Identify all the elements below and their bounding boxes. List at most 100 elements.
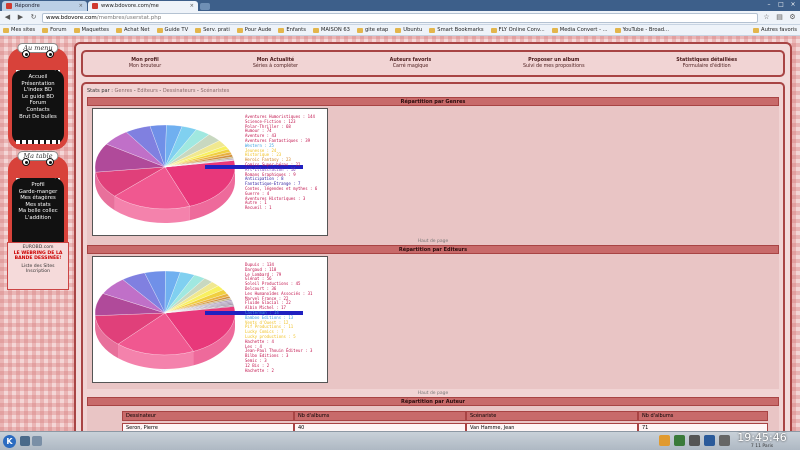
- top-nav-subtitle[interactable]: Carré magique: [390, 64, 432, 70]
- top-nav-subtitle[interactable]: Formulaire d'édition: [676, 64, 737, 70]
- sidebar-menu-item[interactable]: Ma belle collec: [12, 208, 64, 215]
- top-nav-title[interactable]: Statistiques détaillées: [676, 58, 737, 64]
- bookmark-item[interactable]: Maquettes: [73, 27, 109, 33]
- bookmark-item[interactable]: Serv. prati: [195, 27, 230, 33]
- webring-signup-link[interactable]: Inscription: [8, 269, 68, 275]
- network-icon[interactable]: [674, 435, 685, 446]
- sidebar-menu-item[interactable]: Brut De bulles: [12, 114, 64, 121]
- legend-value: 4: [271, 338, 274, 344]
- forward-icon[interactable]: ▶: [16, 13, 25, 22]
- bookmark-item[interactable]: Smart Bookmarks: [429, 27, 484, 33]
- stats-link-scenaristes[interactable]: Scénaristes: [200, 88, 229, 94]
- sidebar-menu-item[interactable]: Profil: [12, 182, 64, 189]
- sidebar-menu-item[interactable]: Mes étagères: [12, 195, 64, 202]
- folder-icon: [551, 27, 558, 33]
- maximize-icon[interactable]: □: [776, 0, 786, 9]
- updates-icon[interactable]: [719, 435, 730, 446]
- favicon-icon: [92, 3, 98, 9]
- page-menu-icon[interactable]: ▤: [775, 13, 784, 22]
- battery-icon[interactable]: [704, 435, 715, 446]
- top-nav-subtitle[interactable]: Suivi de mes propositions: [523, 64, 585, 70]
- bookmark-item[interactable]: Media Convert - ...: [551, 27, 608, 33]
- new-tab-button[interactable]: [200, 3, 210, 10]
- sidebar-menu-item[interactable]: Présentation: [12, 81, 64, 88]
- back-to-top-link[interactable]: Haut de page: [83, 391, 783, 396]
- sidebar-menu-item[interactable]: L'addition: [12, 215, 64, 222]
- folder-icon: [3, 27, 9, 33]
- folder-icon: [395, 27, 402, 33]
- sidebar-menu-item[interactable]: Mes stats: [12, 202, 64, 209]
- sidebar-menu-item[interactable]: L'index BD: [12, 87, 64, 94]
- desktop-icon[interactable]: [20, 436, 30, 446]
- bookmark-item[interactable]: Achat Net: [115, 27, 150, 33]
- wrench-icon[interactable]: ⚙: [788, 13, 797, 22]
- close-window-icon[interactable]: ×: [788, 0, 798, 9]
- top-nav-title[interactable]: Auteurs favoris: [390, 58, 432, 64]
- legend-value: 5: [293, 333, 296, 339]
- bookmark-label: Forum: [50, 27, 67, 33]
- star-icon[interactable]: ☆: [762, 13, 771, 22]
- top-navigation: Mon profil Mon brouteur Mon Actualité Série…: [81, 50, 785, 77]
- other-bookmarks[interactable]: Autres favoris: [753, 27, 797, 33]
- section-header-auteurs: Répartition par Auteur: [87, 397, 779, 406]
- top-nav-title[interactable]: Proposer un album: [523, 58, 585, 64]
- bookmark-item[interactable]: Pour Aude: [236, 27, 271, 33]
- package-icon[interactable]: [659, 435, 670, 446]
- teeth-decoration: [16, 140, 60, 144]
- folder-icon: [42, 27, 49, 33]
- bookmark-item[interactable]: Guide TV: [156, 27, 188, 33]
- navigation-bar: ◀ ▶ ↻ www.bdovore.com/membres/userstat.p…: [0, 11, 800, 25]
- bookmark-item[interactable]: MAISON 63: [312, 27, 350, 33]
- legend-entry: Hachette : 2: [245, 367, 274, 373]
- top-nav-item[interactable]: Proposer un album Suivi de mes propositio…: [523, 58, 585, 70]
- top-nav-title[interactable]: Mon profil: [129, 58, 161, 64]
- folder-icon: [614, 27, 621, 33]
- sidebar-menu-item[interactable]: Forum: [12, 100, 64, 107]
- legend-value: 39: [305, 137, 311, 143]
- top-nav-title[interactable]: Mon Actualité: [253, 58, 298, 64]
- bookmark-item[interactable]: FLY Online Conv...: [490, 27, 545, 33]
- tab-repondre[interactable]: Répondre ×: [2, 1, 87, 11]
- header-nb-albums: Nb d'albums: [294, 411, 466, 421]
- top-nav-item[interactable]: Auteurs favoris Carré magique: [390, 58, 432, 70]
- top-nav-item[interactable]: Mon Actualité Séries à compléter: [253, 58, 298, 70]
- reload-icon[interactable]: ↻: [29, 13, 38, 22]
- folder-icon: [236, 27, 243, 33]
- bookmark-item[interactable]: Enfants: [278, 27, 306, 33]
- top-nav-item[interactable]: Statistiques détaillées Formulaire d'édit…: [676, 58, 737, 70]
- sidebar-menu-item[interactable]: Le guide BD: [12, 94, 64, 101]
- webring-title-2: BANDE DESSINÉE!: [14, 256, 62, 262]
- legend-entry: Recueil : 1: [245, 205, 272, 211]
- stats-link-genres[interactable]: Genres: [115, 88, 133, 94]
- cell-dessinateur: Seron, Pierre: [122, 423, 294, 431]
- back-to-top-link[interactable]: Haut de page: [83, 239, 783, 244]
- volume-icon[interactable]: [689, 435, 700, 446]
- back-icon[interactable]: ◀: [3, 13, 12, 22]
- close-icon[interactable]: ×: [79, 3, 83, 9]
- legend-value: 1: [269, 205, 272, 211]
- sidebar-menu-item[interactable]: Accueil: [12, 74, 64, 81]
- legend-value: 45: [295, 281, 301, 287]
- minimize-icon[interactable]: –: [764, 0, 774, 9]
- stats-link-dessinateurs[interactable]: Dessinateurs: [163, 88, 196, 94]
- bookmark-item[interactable]: Ubuntu: [395, 27, 422, 33]
- bookmark-item[interactable]: YouTube - Broad...: [614, 27, 670, 33]
- address-bar[interactable]: www.bdovore.com/membres/userstat.php: [42, 12, 758, 23]
- bookmarks-bar: Mes sites Forum Maquettes Achat Net Guide TV…: [0, 25, 800, 36]
- sidebar-menu-item[interactable]: Contacts: [12, 107, 64, 114]
- bookmark-item[interactable]: Forum: [42, 27, 67, 33]
- tab-bdovore[interactable]: www.bdovore.com/me ×: [88, 1, 198, 11]
- bookmark-label: YouTube - Broad...: [622, 27, 670, 33]
- stats-link-editeurs[interactable]: Editeurs: [137, 88, 158, 94]
- kde-menu-icon[interactable]: K: [3, 435, 16, 448]
- folder-icon[interactable]: [32, 436, 42, 446]
- top-nav-subtitle[interactable]: Mon brouteur: [129, 64, 161, 70]
- close-icon[interactable]: ×: [190, 3, 194, 9]
- stats-filter-bar: Stats par : Genres - Editeurs - Dessinat…: [87, 88, 230, 94]
- bookmark-item[interactable]: gite etap: [356, 27, 388, 33]
- bookmark-label: Media Convert - ...: [559, 27, 608, 33]
- top-nav-item[interactable]: Mon profil Mon brouteur: [129, 58, 161, 70]
- top-nav-subtitle[interactable]: Séries à compléter: [253, 64, 298, 70]
- clock[interactable]: 19:45:46 7 11 Paris: [732, 432, 792, 450]
- bookmark-item[interactable]: Mes sites: [3, 27, 35, 33]
